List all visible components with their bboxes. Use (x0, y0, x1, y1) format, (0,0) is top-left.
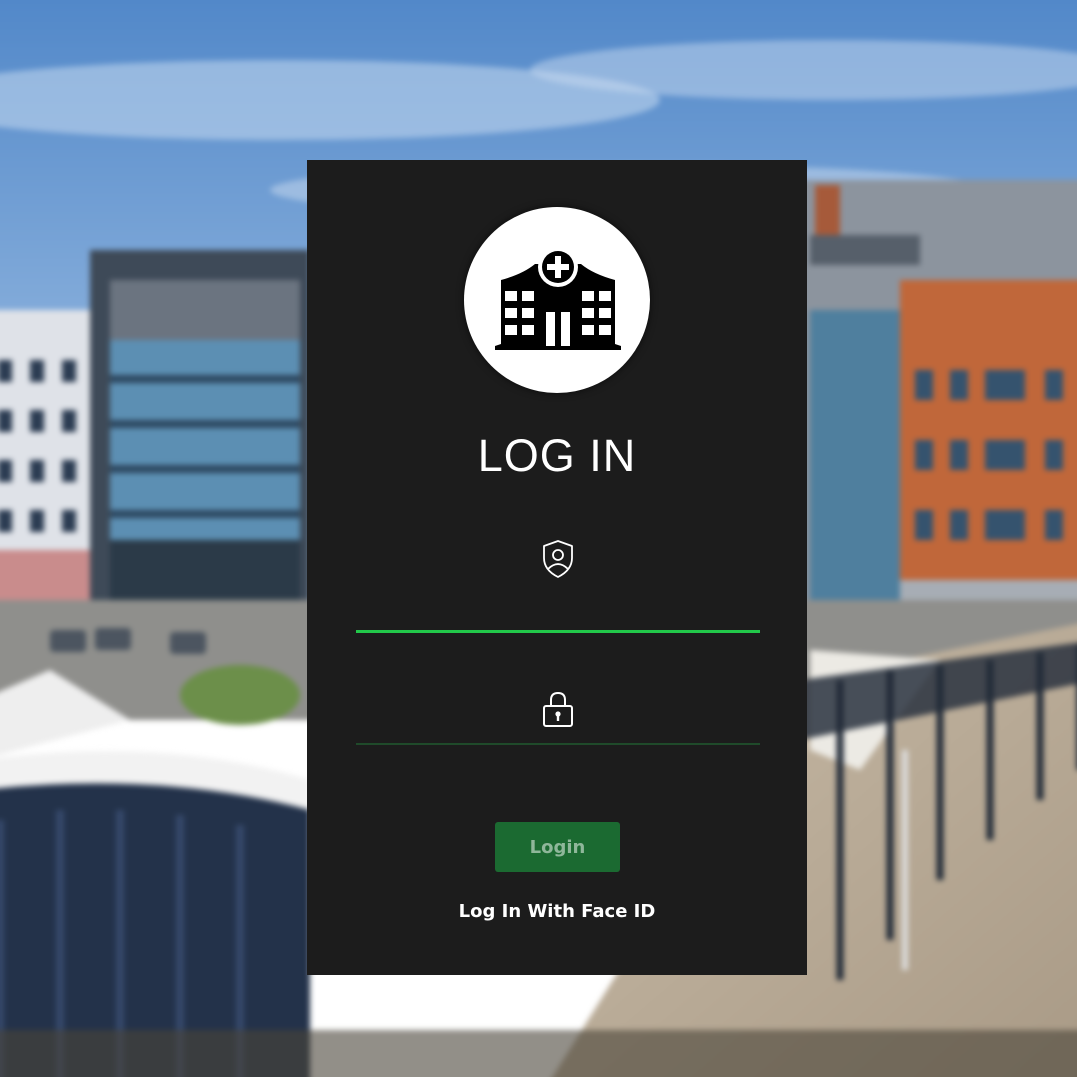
username-underline (356, 630, 760, 633)
password-input[interactable] (356, 710, 764, 742)
password-field (356, 690, 764, 747)
password-underline (356, 743, 760, 745)
user-shield-icon (543, 540, 573, 578)
username-input[interactable] (356, 596, 764, 628)
hospital-icon (495, 247, 621, 350)
page-title: LOG IN (477, 430, 637, 481)
face-id-login-link[interactable]: Log In With Face ID (307, 901, 807, 922)
username-field (356, 540, 764, 635)
logo (464, 207, 650, 393)
login-button[interactable]: Login (495, 822, 620, 872)
login-card: LOG IN Login Log In With Face ID (307, 160, 807, 975)
